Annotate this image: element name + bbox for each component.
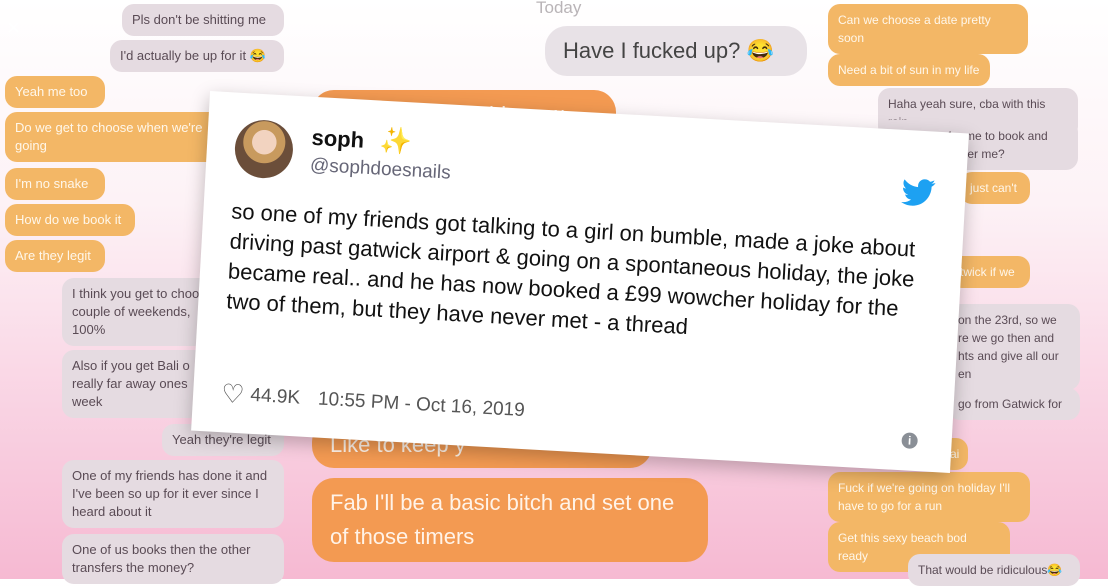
chat-bubble: on the 23rd, so we re we go then and hts… xyxy=(948,304,1080,390)
close-icon[interactable]: ✕ xyxy=(6,18,21,39)
avatar[interactable] xyxy=(233,118,295,180)
tweet-text: so one of my friends got talking to a gi… xyxy=(225,198,916,340)
tweet-handle[interactable]: @sophdoesnails xyxy=(309,155,452,185)
date-label: Today xyxy=(536,0,582,17)
chat-bubble: twick if we xyxy=(950,256,1030,288)
chat-bubble: Yeah me too xyxy=(5,76,105,108)
tweet-card[interactable]: soph ✨ @sophdoesnails so one of my frien… xyxy=(191,91,969,473)
chat-bubble: go from Gatwick for xyxy=(948,388,1080,420)
chat-bubble: Are they legit xyxy=(5,240,105,272)
chat-bubble: Can we choose a date pretty soon xyxy=(828,4,1028,54)
twitter-bird-icon[interactable] xyxy=(901,178,937,208)
tweet-timestamp[interactable]: 10:55 PM - Oct 16, 2019 xyxy=(317,388,525,422)
chat-bubble: One of us books then the other transfers… xyxy=(62,534,284,584)
chat-bubble: That would be ridiculous😂 xyxy=(908,554,1080,586)
chat-bubble: I'm no snake xyxy=(5,168,105,200)
like-count: 44.9K xyxy=(249,384,301,409)
chat-bubble: Need a bit of sun in my life xyxy=(828,54,990,86)
tweet-meta: ♡ 44.9K 10:55 PM - Oct 16, 2019 xyxy=(220,378,525,426)
chat-bubble: One of my friends has done it and I've b… xyxy=(62,460,284,528)
chat-bubble: I'd actually be up for it 😂 xyxy=(110,40,284,72)
chat-bubble: How do we book it xyxy=(5,204,135,236)
chat-bubble: Fuck if we're going on holiday I'll have… xyxy=(828,472,1030,522)
tweet-username[interactable]: soph xyxy=(311,125,365,154)
chat-bubble: Fab I'll be a basic bitch and set one of… xyxy=(312,478,708,562)
chat-bubble: Pls don't be shitting me xyxy=(122,4,284,36)
chat-bubble: just can't xyxy=(960,172,1030,204)
info-icon[interactable]: i xyxy=(901,432,919,450)
heart-icon[interactable]: ♡ xyxy=(220,378,245,410)
sparkle-icon: ✨ xyxy=(378,124,413,157)
chat-bubble: Have I fucked up? 😂 xyxy=(545,26,807,76)
